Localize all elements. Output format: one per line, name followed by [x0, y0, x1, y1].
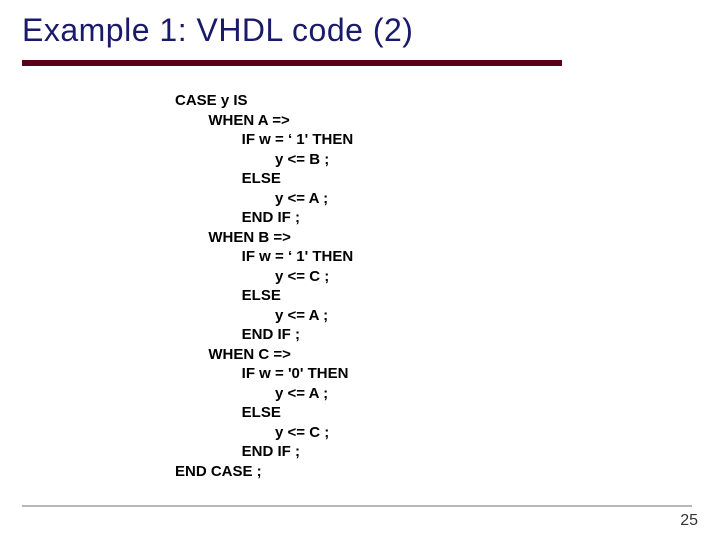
title-underline — [22, 60, 562, 66]
page-number: 25 — [680, 512, 698, 530]
code-block: CASE y IS WHEN A => IF w = ‘ 1' THEN y <… — [175, 91, 353, 481]
slide: Example 1: VHDL code (2) CASE y IS WHEN … — [0, 0, 720, 540]
slide-title: Example 1: VHDL code (2) — [22, 12, 413, 49]
bottom-rule — [22, 505, 692, 507]
